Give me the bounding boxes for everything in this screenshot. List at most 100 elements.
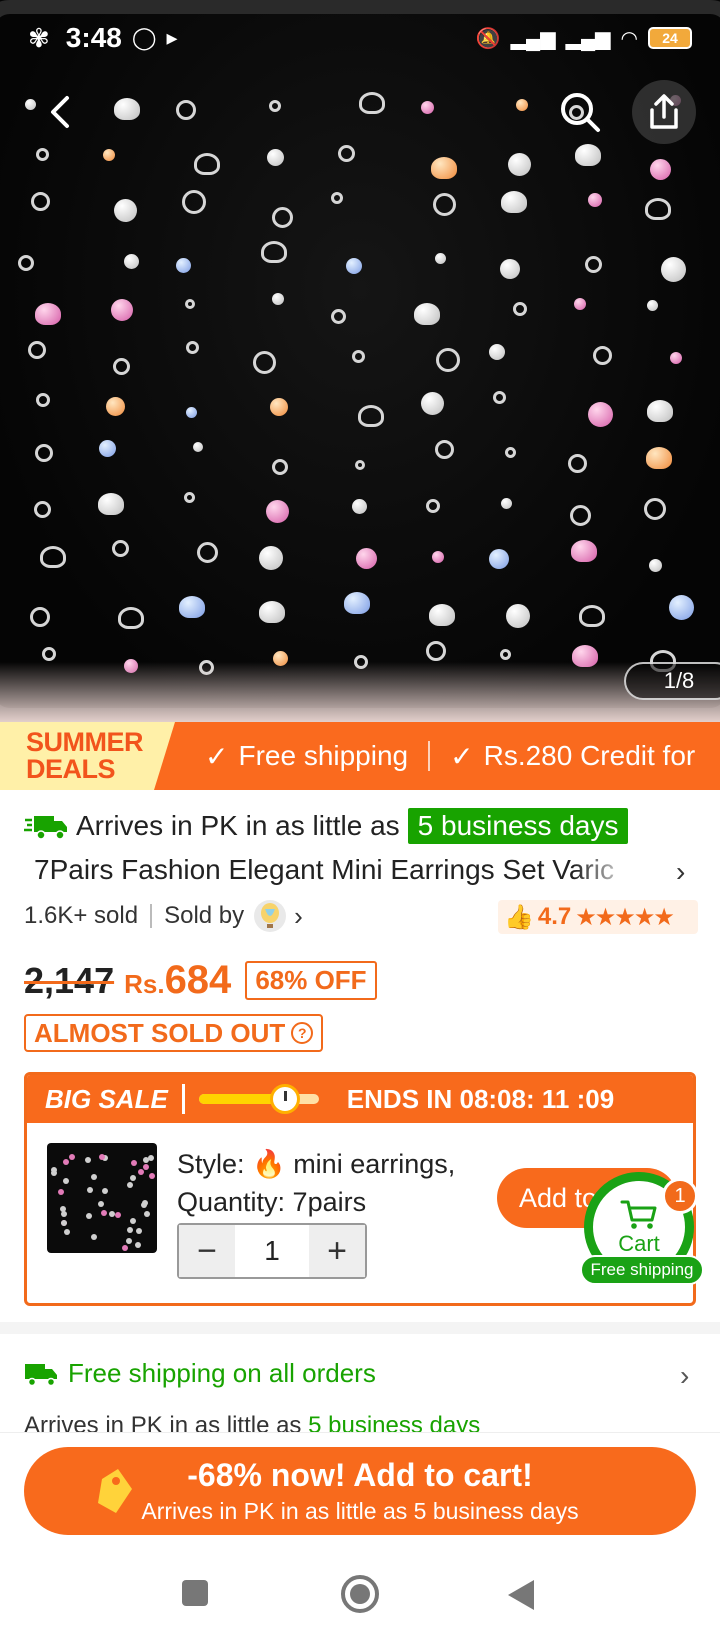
timer-progress-bar [198,1084,319,1114]
earring-decoration [669,352,682,365]
product-thumbnail[interactable] [47,1143,157,1253]
earring-decoration [34,303,61,326]
thumb-dot [90,1234,97,1241]
thumb-dot [135,1242,142,1249]
cart-free-shipping-tag: Free shipping [580,1255,704,1285]
add-to-cart-cta-button[interactable]: -68% now! Add to cart! Arrives in PK in … [24,1447,696,1535]
divider [181,1084,185,1114]
wifi-icon: ◠ [620,27,638,50]
earring-decoration [192,441,203,452]
thumb-dot [127,1182,134,1189]
thumb-dot [101,1210,108,1217]
image-counter: 1/8 [624,662,720,700]
rating-value: 4.7 [537,903,572,930]
currency-label: Rs. [124,969,165,999]
thumb-dot [84,1157,91,1164]
earring-decoration [41,646,56,661]
earring-decoration [488,344,505,361]
earring-decoration [344,591,371,614]
feature-label: Rs.280 Credit for [483,740,696,771]
earring-decoration [515,98,528,111]
thumb-dot [108,1211,115,1218]
earring-decoration [112,358,130,375]
chevron-right-icon[interactable]: › [680,1360,689,1392]
rating-badge[interactable]: 👍 4.7 ★★★★★ [498,900,698,934]
truck-icon [25,1363,57,1386]
thumb-dot [129,1218,136,1225]
check-icon: ✓ [450,740,474,772]
earring-decoration [265,500,289,524]
earring-decoration [421,391,445,415]
feature-free-shipping: ✓ Free shipping [205,740,408,773]
share-button[interactable] [632,80,696,144]
product-title[interactable]: 7Pairs Fashion Elegant Mini Earrings Set… [34,854,634,886]
earring-decoration [570,504,592,526]
earring-decoration [113,199,137,223]
system-navigation-bar [0,1552,720,1640]
earring-decoration [35,392,50,407]
thumb-dot [135,1227,142,1234]
earring-decoration [258,546,283,571]
mute-bell-icon: 🔕 [475,27,501,50]
earring-decoration [499,259,520,280]
earring-decoration [505,604,530,629]
fast-truck-icon [24,816,67,840]
style-label: Style: [177,1149,245,1179]
thumb-dot [130,1160,137,1167]
seller-avatar[interactable] [254,900,287,932]
free-shipping-title: Free shipping on all orders [68,1358,376,1388]
delivery-estimate: Arrives in PK in as little as 5 business… [24,808,629,844]
clock-icon [270,1084,301,1114]
earring-decoration [351,349,365,363]
home-button[interactable] [340,1574,380,1614]
thumb-dot [57,1188,64,1195]
quantity-stepper[interactable]: − 1 + [177,1223,367,1279]
cta-headline: -68% now! Add to cart! [187,1457,533,1493]
thumb-dot [143,1163,150,1170]
cart-label: Cart [618,1231,660,1256]
status-bar: ✾ 3:48 ◯ ▸ 🔕 ▂▄▆ ▂▄▆ ◠ 24 [0,0,720,76]
selected-variant[interactable]: Style: 🔥 mini earrings, Quantity: 7pairs [177,1145,455,1221]
product-image-gallery[interactable]: ✾ 3:48 ◯ ▸ 🔕 ▂▄▆ ▂▄▆ ◠ 24 1/8 [0,0,720,722]
search-button[interactable] [550,82,610,142]
section-divider [0,1322,720,1334]
thumb-dot [101,1188,108,1195]
quantity-label: Quantity: 7pairs [177,1187,367,1217]
thumb-dot [149,1173,156,1180]
sale-price: 684 [164,958,232,1002]
earring-decoration [661,256,687,282]
thumb-dot [121,1244,128,1251]
chevron-left-icon [51,96,69,128]
earring-decoration [111,298,134,321]
earring-decoration [585,255,603,273]
status-icons: 🔕 ▂▄▆ ▂▄▆ ◠ 24 [476,26,692,51]
earring-decoration [420,101,434,114]
play-icon: ▸ [166,25,178,50]
app-logo-icon: ✾ [28,22,50,53]
countdown-text: ENDS IN 08:08: 11 :09 [346,1083,615,1114]
summer-deals-banner[interactable]: SUMMER DEALS ✓ Free shipping ✓ Rs.280 Cr… [0,722,720,790]
earring-decoration [644,198,671,221]
back-button[interactable] [30,82,90,142]
earring-decoration [359,92,386,115]
chevron-right-icon[interactable]: › [676,856,685,888]
earring-decoration [179,595,206,618]
earring-decoration [331,191,344,204]
back-nav-button[interactable] [506,1578,536,1612]
earring-decoration [196,541,218,563]
style-value: mini earrings, [293,1149,456,1179]
arrive-text: Arrives in PK in as little as [76,810,400,841]
increase-button[interactable]: + [309,1225,365,1277]
earring-decoration [650,159,671,181]
almost-sold-out-badge[interactable]: ALMOST SOLD OUT ? [24,1014,324,1052]
earring-decoration [337,144,355,162]
decrease-button[interactable]: − [179,1225,235,1277]
sold-count: 1.6K+ sold [24,902,139,929]
thumb-dot [63,1158,70,1165]
quantity-value[interactable]: 1 [235,1225,309,1277]
thumb-dot [141,1202,148,1209]
earring-decoration [252,350,276,374]
free-shipping-row[interactable]: Free shipping on all orders [24,1358,376,1389]
recent-apps-button[interactable] [180,1578,210,1608]
seller-chevron-icon[interactable]: › [294,901,303,932]
